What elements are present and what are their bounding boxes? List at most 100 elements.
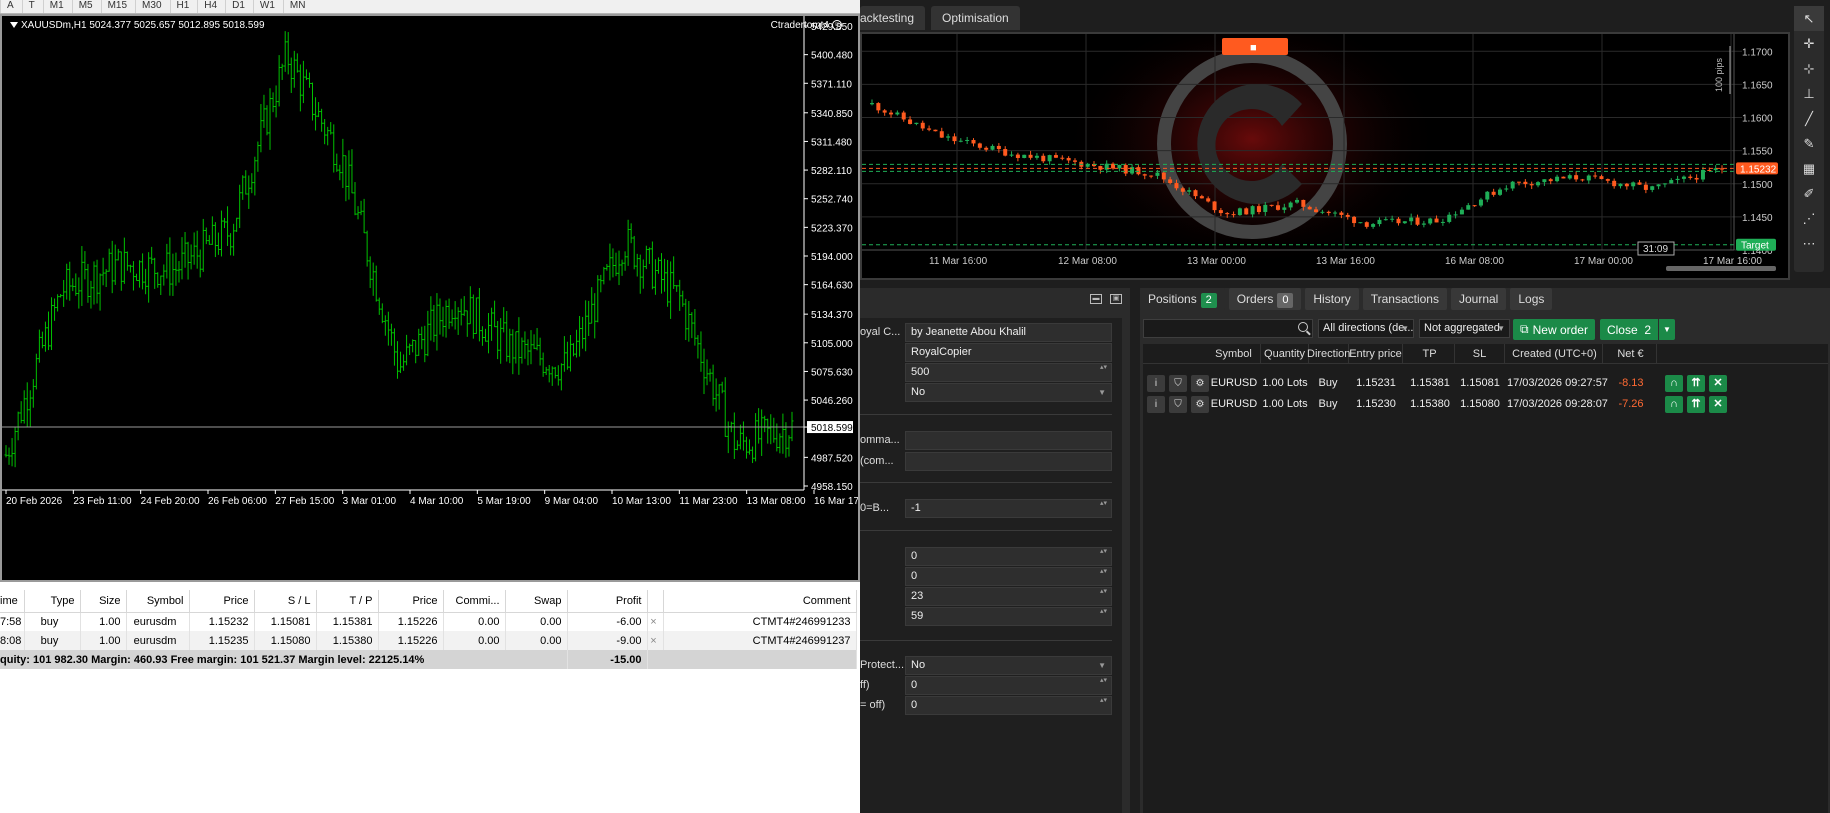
column-header[interactable]: Type: [24, 590, 81, 613]
toolbar-button-t[interactable]: T: [21, 0, 41, 13]
tab-journal[interactable]: Journal: [1450, 288, 1507, 310]
column-header[interactable]: Entry price: [1349, 344, 1403, 364]
fibonacci-icon[interactable]: ⋰: [1794, 206, 1824, 231]
close-position-cell[interactable]: ×: [647, 612, 664, 631]
tab-positions[interactable]: Positions 2: [1140, 288, 1225, 310]
table-row[interactable]: 7:58 buy 1.00 eurusdm 1.15232 1.15081 1.15381 1…: [0, 612, 857, 631]
protection-icon[interactable]: ⛉: [1169, 396, 1187, 413]
direction-filter[interactable]: All directions (de... ▼: [1318, 319, 1414, 338]
column-header[interactable]: Size: [80, 590, 127, 613]
toolbar-button-m5[interactable]: M5: [71, 0, 99, 13]
new-order-button[interactable]: ⧉ New order: [1513, 319, 1595, 340]
parameter-number-input[interactable]: 0 ▴▾: [905, 566, 1112, 586]
search-input[interactable]: [1143, 319, 1313, 338]
double-position-icon[interactable]: ⇈: [1687, 375, 1705, 392]
measure-icon[interactable]: ⊥: [1794, 81, 1824, 106]
parameter-number-input[interactable]: 59 ▴▾: [905, 606, 1112, 626]
parameter-number-input[interactable]: 500 ▴▾: [905, 362, 1112, 382]
double-position-icon[interactable]: ⇈: [1687, 396, 1705, 413]
parameter-text-input[interactable]: [905, 430, 1112, 450]
column-header[interactable]: Symbol: [126, 590, 190, 613]
mt4-chart[interactable]: 5429.850 5400.480 5371.110 5340.850 5311.480…: [0, 14, 860, 582]
toolbar-button-h4[interactable]: H4: [197, 0, 223, 13]
stepper-icon[interactable]: ▴▾: [1100, 608, 1107, 616]
toolbar-button-a[interactable]: A: [0, 0, 20, 13]
toolbar-button-m15[interactable]: M15: [100, 0, 133, 13]
stepper-icon[interactable]: ▴▾: [1100, 548, 1107, 556]
info-icon[interactable]: i: [1147, 375, 1165, 392]
panel-divider[interactable]: [1130, 288, 1140, 813]
tab-optimisation[interactable]: Optimisation: [931, 6, 1020, 30]
protection-icon[interactable]: ⛉: [1169, 375, 1187, 392]
aggregation-filter[interactable]: Not aggregated ▼: [1419, 319, 1510, 338]
crosshair-icon[interactable]: ✛: [1794, 31, 1824, 56]
column-header[interactable]: ime: [0, 590, 25, 613]
parameter-number-input[interactable]: -1 ▴▾: [905, 498, 1112, 518]
table-row[interactable]: 8:08 buy 1.00 eurusdm 1.15235 1.15080 1.15380 1…: [0, 631, 857, 650]
close-position-cell[interactable]: ×: [647, 631, 664, 650]
tab-orders[interactable]: Orders 0: [1228, 288, 1302, 310]
close-icon[interactable]: ×: [648, 616, 660, 628]
parameter-select[interactable]: No ▼: [905, 382, 1112, 402]
minimize-icon[interactable]: ▬: [1090, 294, 1102, 304]
close-position-icon[interactable]: ✕: [1709, 375, 1727, 392]
close-dropdown-button[interactable]: ▼: [1659, 319, 1675, 340]
parameter-number-input[interactable]: 0 ▴▾: [905, 546, 1112, 566]
column-header[interactable]: Price: [189, 590, 255, 613]
brush-icon[interactable]: ✐: [1794, 181, 1824, 206]
close-position-icon[interactable]: ✕: [1709, 396, 1727, 413]
info-icon[interactable]: i: [1147, 396, 1165, 413]
position-row[interactable]: i ⛉ ⚙ EURUSD 1.00 Lots Buy 1.15231 1.15381 1.150…: [1143, 373, 1828, 394]
column-header[interactable]: Quantity: [1261, 344, 1309, 364]
parameter-number-input[interactable]: 0 ▴▾: [905, 695, 1112, 715]
toolbar-button-m1[interactable]: M1: [42, 0, 70, 13]
stepper-icon[interactable]: ▴▾: [1100, 588, 1107, 596]
stepper-icon[interactable]: ▴▾: [1100, 364, 1107, 372]
smiley-icon[interactable]: ☺: [832, 20, 842, 31]
stepper-icon[interactable]: ▴▾: [1100, 568, 1107, 576]
tab-backtesting[interactable]: acktesting: [860, 6, 926, 30]
column-header[interactable]: Direction: [1307, 344, 1350, 364]
parameter-number-input[interactable]: 23 ▴▾: [905, 586, 1112, 606]
stepper-icon[interactable]: ▴▾: [1100, 677, 1107, 685]
column-header[interactable]: Comment: [663, 590, 857, 613]
column-header[interactable]: TP: [1405, 344, 1455, 364]
toolbar-button-w1[interactable]: W1: [252, 0, 281, 13]
trendline-icon[interactable]: ╱: [1794, 106, 1824, 131]
stepper-icon[interactable]: ▴▾: [1100, 500, 1107, 508]
reverse-position-icon[interactable]: ∩: [1665, 396, 1683, 413]
toolbar-button-d1[interactable]: D1: [225, 0, 251, 13]
parameter-select[interactable]: No ▼: [905, 655, 1112, 675]
column-header[interactable]: Commi...: [443, 590, 506, 613]
pattern-icon[interactable]: ▦: [1794, 156, 1824, 181]
column-header[interactable]: Profit: [567, 590, 648, 613]
column-header[interactable]: T / P: [316, 590, 379, 613]
toolbar-button-m30[interactable]: M30: [135, 0, 167, 13]
column-header[interactable]: Price: [378, 590, 444, 613]
tab-history[interactable]: History: [1305, 288, 1359, 310]
cursor-icon[interactable]: ↖: [1794, 6, 1824, 31]
close-all-button[interactable]: Close 2: [1600, 319, 1658, 340]
stepper-icon[interactable]: ▴▾: [1100, 697, 1107, 705]
parameter-text-input[interactable]: [905, 451, 1112, 471]
parameter-text-input[interactable]: by Jeanette Abou Khalil: [905, 322, 1112, 342]
zoom-icon[interactable]: ⊹: [1794, 56, 1824, 81]
tab-transactions[interactable]: Transactions: [1362, 288, 1447, 310]
chart-scrollbar[interactable]: [1666, 266, 1776, 271]
position-row[interactable]: i ⛉ ⚙ EURUSD 1.00 Lots Buy 1.15230 1.15380 1.150…: [1143, 394, 1828, 415]
close-icon[interactable]: ×: [648, 635, 660, 647]
save-icon[interactable]: ▣: [1110, 294, 1122, 304]
tab-logs[interactable]: Logs: [1510, 288, 1553, 310]
column-header[interactable]: [647, 590, 664, 613]
collapse-triangle-icon[interactable]: [10, 22, 18, 29]
column-header[interactable]: SL: [1455, 344, 1505, 364]
column-header[interactable]: Symbol: [1207, 344, 1261, 364]
column-header[interactable]: Swap: [505, 590, 568, 613]
pencil-icon[interactable]: ✎: [1794, 131, 1824, 156]
parameter-number-input[interactable]: 0 ▴▾: [905, 675, 1112, 695]
toolbar-button-h1[interactable]: H1: [169, 0, 196, 13]
column-header[interactable]: Created (UTC+0): [1507, 344, 1603, 364]
column-header[interactable]: S / L: [254, 590, 317, 613]
toolbar-button-mn[interactable]: MN: [282, 0, 312, 13]
column-header[interactable]: Net €: [1605, 344, 1657, 364]
